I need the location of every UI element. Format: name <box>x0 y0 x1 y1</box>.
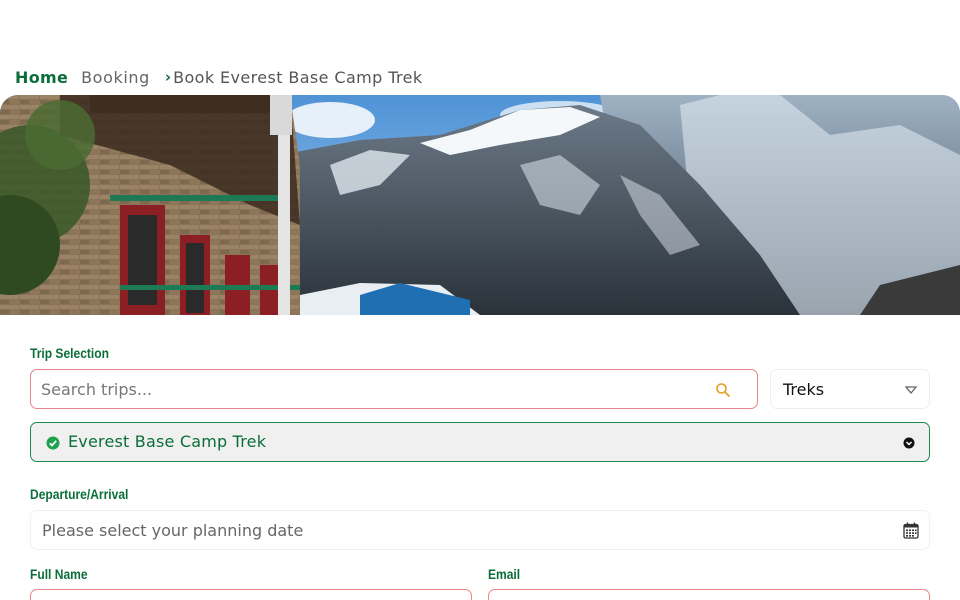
trip-category-value: Treks <box>783 380 825 399</box>
search-icon[interactable] <box>715 382 731 398</box>
email-label: Email <box>488 566 521 582</box>
full-name-input[interactable] <box>30 589 472 600</box>
selected-trip-dropdown[interactable]: Everest Base Camp Trek <box>30 422 930 462</box>
full-name-label: Full Name <box>30 566 88 582</box>
breadcrumb-separator-icon: › <box>164 68 172 86</box>
mountain-lodge-photo <box>0 95 960 315</box>
departure-arrival-label: Departure/Arrival <box>30 486 129 502</box>
trip-selection-label: Trip Selection <box>30 345 109 361</box>
hero-image <box>0 95 960 315</box>
email-input[interactable] <box>488 589 930 600</box>
breadcrumb-booking-link[interactable]: Booking <box>81 68 150 87</box>
dropdown-arrow-icon[interactable] <box>903 437 915 449</box>
planning-date-field[interactable]: Please select your planning date <box>30 510 930 550</box>
selected-trip-name: Everest Base Camp Trek <box>68 432 267 451</box>
check-circle-icon <box>46 436 60 450</box>
breadcrumb-current-page: Book Everest Base Camp Trek <box>173 67 423 87</box>
planning-date-placeholder: Please select your planning date <box>42 521 304 540</box>
breadcrumb-home-link[interactable]: Home <box>15 68 68 87</box>
calendar-icon[interactable] <box>903 522 919 539</box>
trip-search-field[interactable] <box>30 369 758 409</box>
chevron-down-icon <box>905 386 917 394</box>
trip-category-select[interactable]: Treks <box>770 369 930 409</box>
trip-search-input[interactable] <box>41 370 701 408</box>
breadcrumb: Home Booking › Book Everest Base Camp Tr… <box>15 66 423 88</box>
